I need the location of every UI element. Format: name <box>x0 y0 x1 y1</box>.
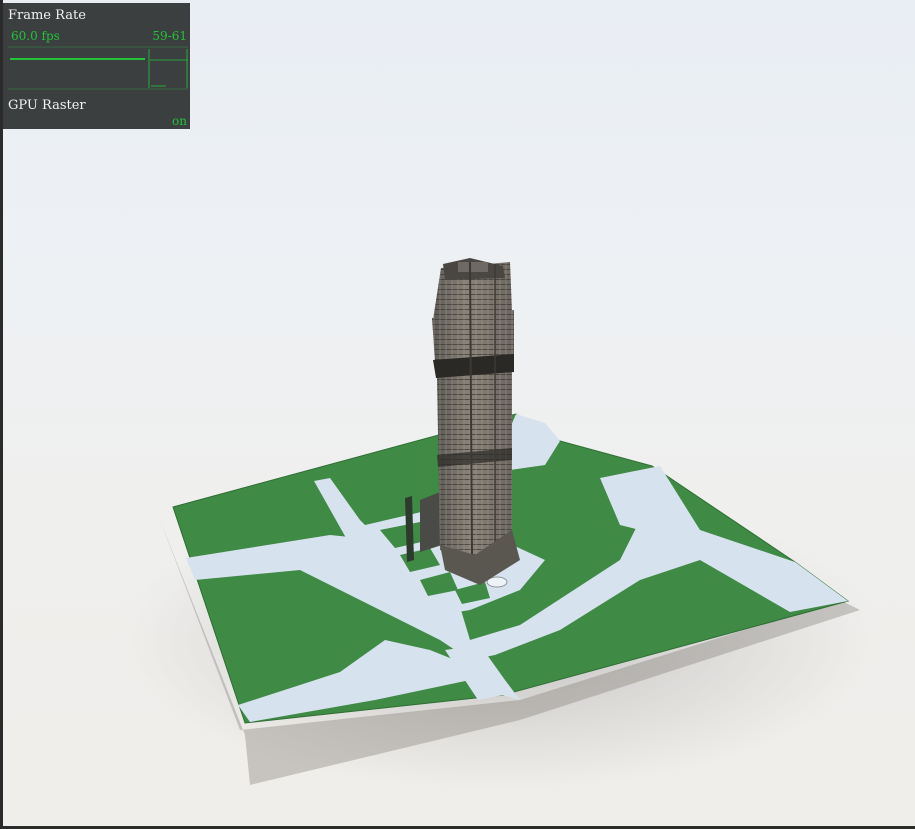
frame-rate-title: Frame Rate <box>8 8 86 23</box>
frame-rate-graph <box>8 46 188 90</box>
skyscraper-model[interactable] <box>432 258 520 585</box>
gpu-raster-value: on <box>172 114 187 128</box>
performance-stats-panel: Frame Rate 60.0 fps 59-61 GPU Raster on <box>3 3 190 129</box>
gpu-raster-label: GPU Raster <box>8 98 86 113</box>
3d-viewport[interactable]: Frame Rate 60.0 fps 59-61 GPU Raster on <box>0 0 915 829</box>
fps-range: 59-61 <box>152 29 187 43</box>
fps-value: 60.0 fps <box>11 29 60 43</box>
